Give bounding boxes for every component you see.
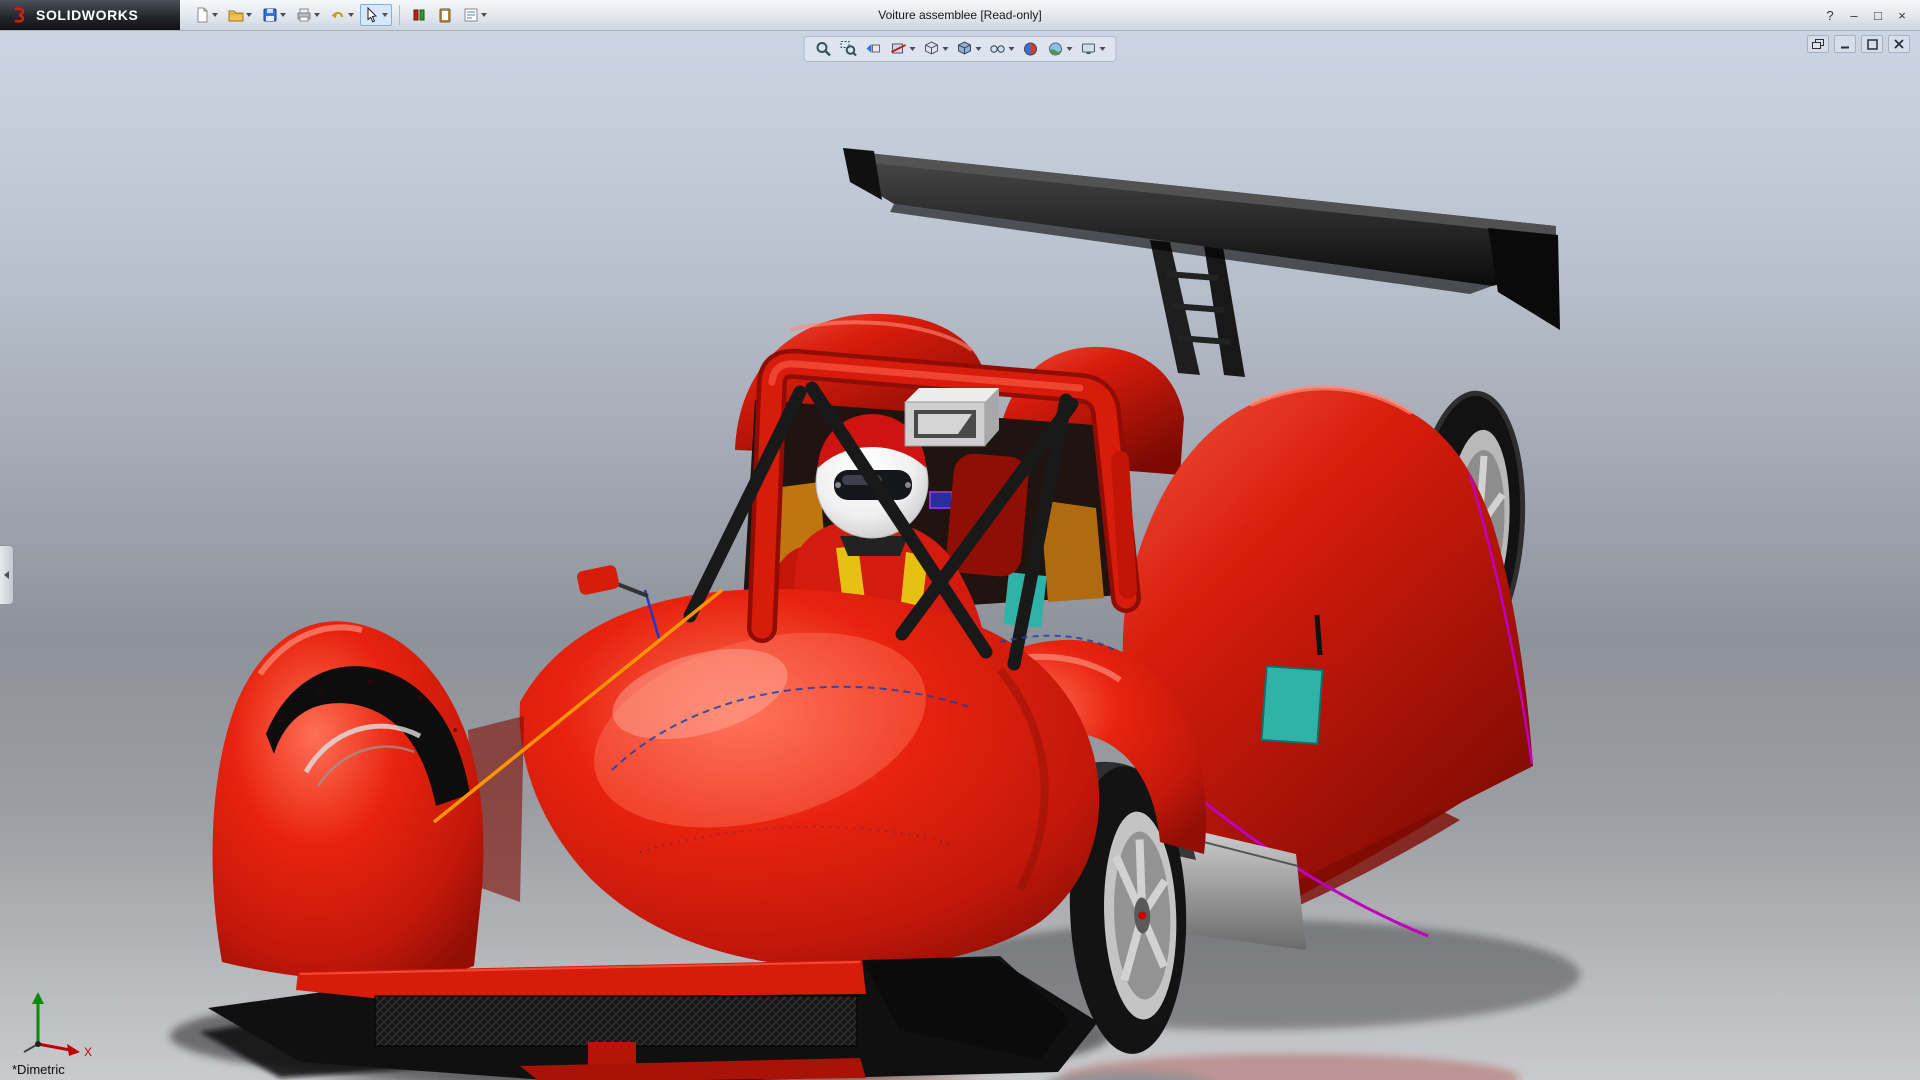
center-mirror[interactable] <box>905 388 999 446</box>
display-style-caret[interactable] <box>976 47 982 51</box>
previous-view-icon <box>865 40 883 58</box>
open-button[interactable] <box>224 4 256 26</box>
dassault-3ds-icon <box>10 5 30 25</box>
doc-close-button[interactable] <box>1888 35 1910 53</box>
standard-toolbar <box>190 4 491 26</box>
new-document-caret[interactable] <box>212 13 218 17</box>
zoom-to-area-button[interactable] <box>838 39 860 59</box>
open-caret[interactable] <box>246 13 252 17</box>
hide-show-items-button[interactable] <box>987 39 1017 59</box>
options-sheet-icon <box>463 7 479 23</box>
view-orientation-icon <box>923 40 941 58</box>
solidworks-logo: SOLIDWORKS <box>0 0 180 30</box>
x-axis-arrow <box>67 1044 80 1056</box>
car-3d-scene[interactable] <box>0 30 1920 1080</box>
apply-scene-button[interactable] <box>1045 39 1075 59</box>
x-axis-label: X <box>84 1045 92 1056</box>
edit-appearance-icon <box>1022 40 1040 58</box>
save-button[interactable] <box>258 4 290 26</box>
hide-show-items-icon <box>989 40 1007 58</box>
maximize-button[interactable]: □ <box>1868 6 1888 24</box>
close-button[interactable]: × <box>1892 6 1912 24</box>
clipboard-icon <box>437 7 453 23</box>
view-settings-button[interactable] <box>1078 39 1108 59</box>
section-view-icon <box>890 40 908 58</box>
select-button[interactable] <box>360 4 392 26</box>
clipboard-button[interactable] <box>433 4 457 26</box>
window-controls: ? – □ × <box>1820 0 1912 30</box>
close-icon <box>1894 39 1904 49</box>
print-caret[interactable] <box>314 13 320 17</box>
front-left-fender[interactable] <box>213 621 524 980</box>
display-style-icon <box>956 40 974 58</box>
collapse-arrow-icon <box>4 571 9 579</box>
view-settings-icon <box>1080 40 1098 58</box>
print-button[interactable] <box>292 4 324 26</box>
save-caret[interactable] <box>280 13 286 17</box>
zoom-to-area-icon <box>840 40 858 58</box>
doc-minimize-button[interactable] <box>1834 35 1856 53</box>
headsup-view-toolbar <box>804 36 1117 62</box>
undo-button[interactable] <box>326 4 358 26</box>
document-window-controls <box>1807 35 1910 53</box>
apply-scene-caret[interactable] <box>1067 47 1073 51</box>
front-splitter[interactable] <box>208 956 1098 1080</box>
color-bars-icon <box>411 7 427 23</box>
graphics-viewport[interactable]: X *Dimetric <box>0 30 1920 1080</box>
view-orientation-label: *Dimetric <box>12 1062 65 1077</box>
edit-appearance-button[interactable] <box>1020 39 1042 59</box>
undo-caret[interactable] <box>348 13 354 17</box>
toolbar-separator <box>399 5 400 25</box>
select-caret[interactable] <box>382 13 388 17</box>
undo-icon <box>330 7 346 23</box>
color-bars-button[interactable] <box>407 4 431 26</box>
new-document-button[interactable] <box>190 4 222 26</box>
previous-view-button[interactable] <box>863 39 885 59</box>
save-icon <box>262 7 278 23</box>
restore-down-icon <box>1812 39 1824 50</box>
maximize-icon <box>1867 39 1878 50</box>
section-view-button[interactable] <box>888 39 918 59</box>
select-cursor-icon <box>364 7 380 23</box>
hide-show-items-caret[interactable] <box>1009 47 1015 51</box>
minimize-icon <box>1840 39 1850 49</box>
zoom-to-fit-icon <box>815 40 833 58</box>
print-icon <box>296 7 312 23</box>
view-orientation-caret[interactable] <box>943 47 949 51</box>
display-style-button[interactable] <box>954 39 984 59</box>
y-axis-arrow <box>32 992 44 1004</box>
doc-maximize-button[interactable] <box>1861 35 1883 53</box>
help-button[interactable]: ? <box>1820 6 1840 24</box>
options-sheet-caret[interactable] <box>481 13 487 17</box>
apply-scene-icon <box>1047 40 1065 58</box>
orientation-triad: X <box>8 984 104 1056</box>
options-sheet-button[interactable] <box>459 4 491 26</box>
logo-text: SOLIDWORKS <box>36 7 138 23</box>
open-folder-icon <box>228 7 244 23</box>
zoom-to-fit-button[interactable] <box>813 39 835 59</box>
doc-restore-button[interactable] <box>1807 35 1829 53</box>
view-settings-caret[interactable] <box>1100 47 1106 51</box>
minimize-button[interactable]: – <box>1844 6 1864 24</box>
left-mirror[interactable] <box>576 564 648 596</box>
section-view-caret[interactable] <box>910 47 916 51</box>
featuremanager-collapse-tab[interactable] <box>0 545 14 605</box>
window-titlebar: SOLIDWORKS <box>0 0 1920 31</box>
view-orientation-button[interactable] <box>921 39 951 59</box>
new-document-icon <box>194 7 210 23</box>
